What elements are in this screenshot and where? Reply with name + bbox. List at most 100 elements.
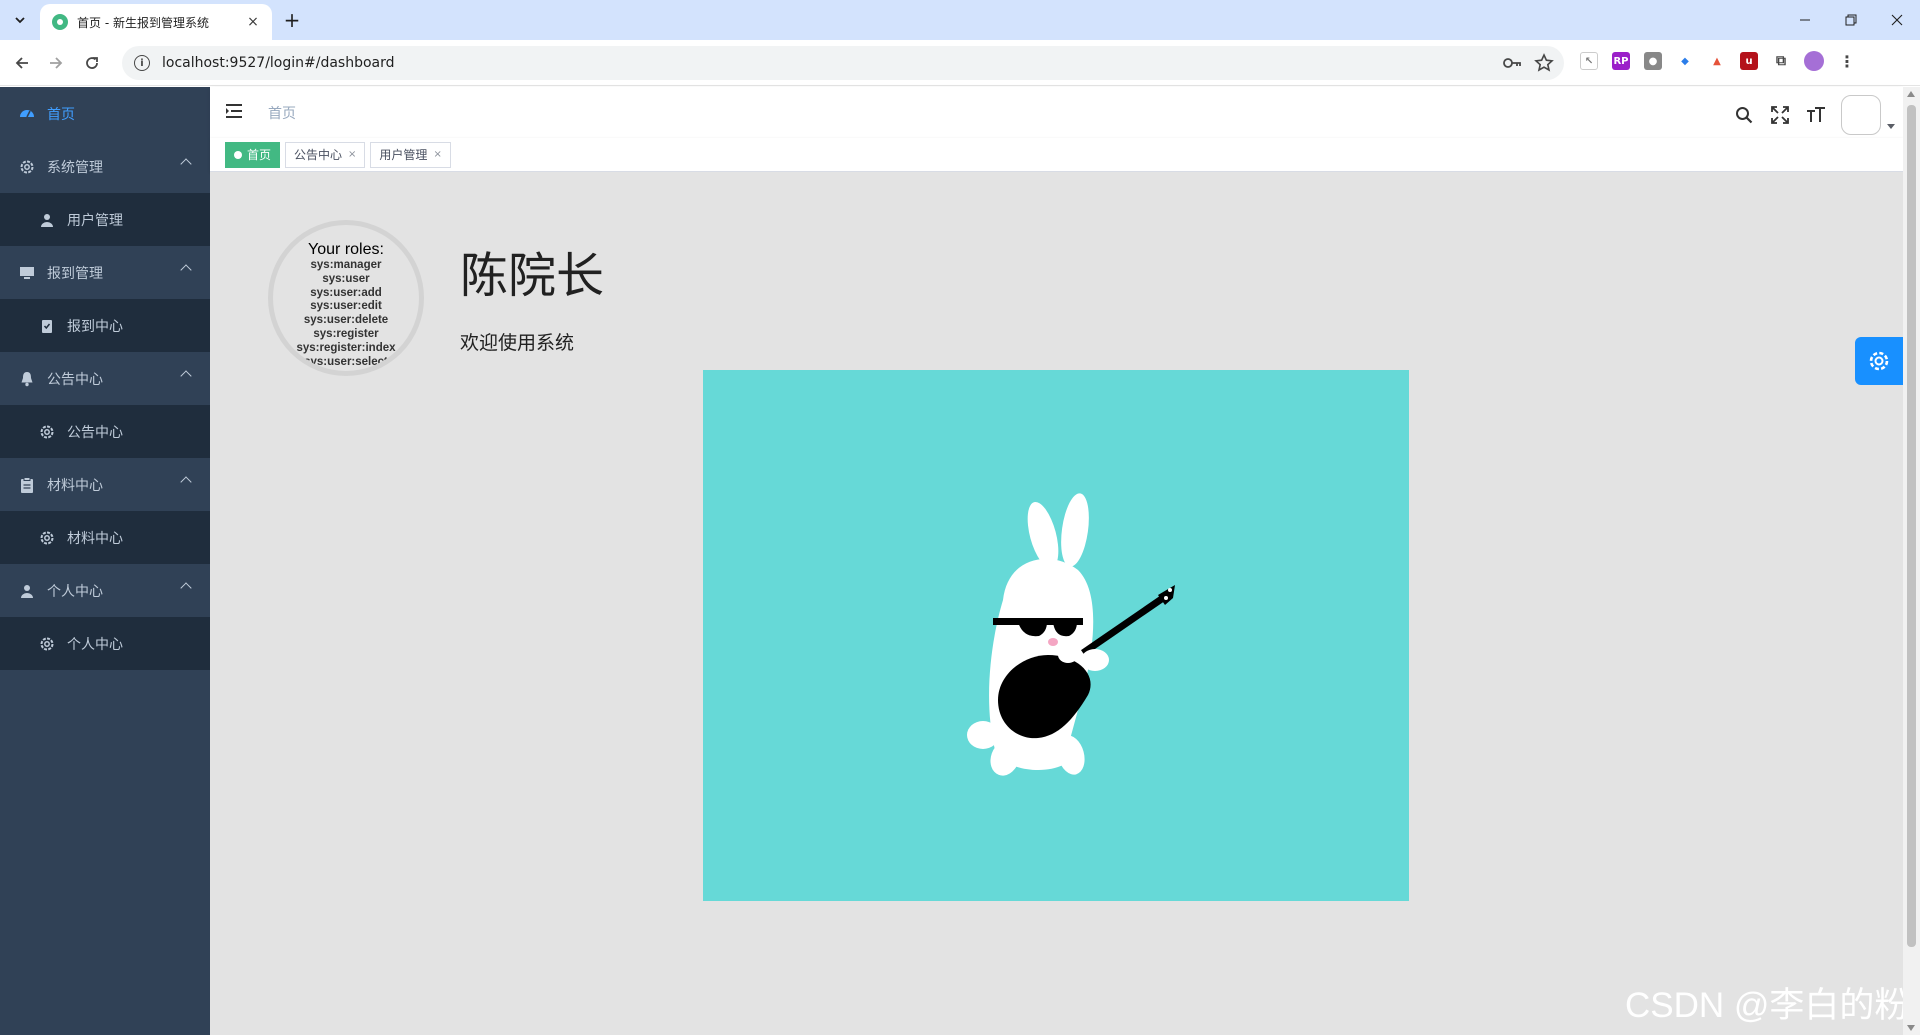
sidebar-subitem-label: 报到中心 [67, 318, 123, 335]
close-window-button[interactable] [1874, 0, 1920, 40]
avatar[interactable] [1841, 95, 1881, 135]
arrow-left-icon [15, 57, 28, 69]
scroll-up-arrow-icon[interactable] [1907, 91, 1915, 97]
restore-button[interactable] [1828, 0, 1874, 40]
rp-extension-icon[interactable]: RP [1612, 52, 1630, 70]
sidebar: 首页 系统管理 用户管理 报到管理 报到中心 公告中心 公告中心 材料中心 材料… [0, 87, 210, 1035]
reload-icon [86, 57, 98, 69]
tag-label: 首页 [247, 147, 272, 162]
sidebar-item-system[interactable]: 系统管理 [0, 140, 210, 193]
sidebar-subitem-user-management[interactable]: 用户管理 [0, 193, 210, 246]
csdn-watermark: CSDN @李白的粉 [1625, 986, 1910, 1025]
vue-favicon-icon [52, 14, 68, 30]
restore-icon [1845, 14, 1857, 26]
tag-close-icon[interactable]: × [348, 143, 356, 167]
sidebar-item-announcement[interactable]: 公告中心 [0, 352, 210, 405]
figure-extension-icon[interactable]: ▲ [1708, 52, 1726, 70]
clipboard-icon [18, 476, 36, 494]
avatar-dropdown[interactable] [1841, 95, 1895, 135]
navbar: 首页 [210, 87, 1903, 138]
roles-title: Your roles: [308, 241, 384, 258]
tab-close-button[interactable]: × [244, 13, 262, 31]
sidebar-subitem-label: 材料中心 [67, 530, 123, 547]
gear-icon [1869, 351, 1889, 371]
browser-tab-active[interactable]: 首页 - 新生报到管理系统 × [40, 4, 272, 40]
user-icon [38, 211, 56, 229]
size-select-button[interactable] [1805, 104, 1827, 126]
text-size-icon [1807, 107, 1825, 122]
role-item: sys:user:edit [310, 300, 382, 313]
sidebar-subitem-personal-center[interactable]: 个人中心 [0, 617, 210, 670]
roles-pan-thumb: Your roles: sys:manager sys:user sys:use… [268, 220, 424, 376]
settings-panel-button[interactable] [1855, 337, 1903, 385]
scrollbar-thumb[interactable] [1907, 105, 1916, 947]
hamburger-toggle-button[interactable] [225, 103, 245, 123]
site-info-icon[interactable]: i [134, 55, 150, 71]
sidebar-subitem-label: 公告中心 [67, 424, 123, 441]
layers-extension-icon[interactable]: ◆ [1676, 52, 1694, 70]
welcome-text: 欢迎使用系统 [460, 332, 575, 354]
checklist-icon [38, 317, 56, 335]
tag-announcement[interactable]: 公告中心 × [285, 141, 366, 168]
chevron-up-icon [180, 264, 192, 276]
browser-tab-strip: 首页 - 新生报到管理系统 × + [0, 0, 1920, 40]
sidebar-subitem-announcement-center[interactable]: 公告中心 [0, 405, 210, 458]
role-item: sys:user:add [310, 286, 382, 299]
sidebar-item-dashboard[interactable]: 首页 [0, 87, 210, 140]
role-item: sys:register:index [296, 341, 396, 354]
chevron-up-icon [180, 158, 192, 170]
menu-fold-icon [226, 104, 242, 118]
chevron-up-icon [180, 582, 192, 594]
new-tab-button[interactable]: + [280, 8, 304, 32]
sidebar-item-label: 首页 [47, 106, 75, 123]
sidebar-item-label: 材料中心 [47, 477, 103, 494]
page-scrollbar[interactable] [1903, 87, 1920, 1035]
sidebar-item-label: 个人中心 [47, 583, 103, 600]
fullscreen-icon [1771, 106, 1789, 124]
scroll-down-arrow-icon[interactable] [1907, 1025, 1915, 1031]
profile-avatar-icon[interactable] [1804, 51, 1824, 71]
monitor-icon [18, 264, 36, 282]
back-button[interactable] [10, 51, 34, 75]
minimize-button[interactable] [1782, 0, 1828, 40]
sidebar-subitem-label: 个人中心 [67, 636, 123, 653]
chevron-up-icon [180, 370, 192, 382]
bell-icon [18, 370, 36, 388]
fullscreen-button[interactable] [1769, 104, 1791, 126]
password-key-icon[interactable] [1502, 53, 1522, 73]
tab-search-button[interactable] [6, 7, 34, 33]
cursor-extension-icon[interactable]: ↖ [1580, 52, 1598, 70]
forward-button[interactable] [44, 51, 68, 75]
emoji-illustration [703, 370, 1409, 901]
close-icon [1891, 14, 1903, 26]
gear-icon [18, 158, 36, 176]
sidebar-item-personal[interactable]: 个人中心 [0, 564, 210, 617]
header-search-button[interactable] [1733, 104, 1755, 126]
puzzle-extensions-icon[interactable]: ⧉ [1772, 52, 1790, 70]
rabbit-guitar-illustration [967, 493, 1175, 776]
sidebar-subitem-registration-center[interactable]: 报到中心 [0, 299, 210, 352]
chevron-down-icon [15, 17, 25, 24]
ublock-extension-icon[interactable]: u [1740, 52, 1758, 70]
sidebar-item-registration[interactable]: 报到管理 [0, 246, 210, 299]
tags-view: 首页 公告中心 × 用户管理 × [210, 138, 1903, 172]
tag-user-management[interactable]: 用户管理 × [370, 141, 451, 168]
tag-close-icon[interactable]: × [433, 143, 441, 167]
gear-icon [38, 423, 56, 441]
role-item: sys:register [313, 327, 379, 340]
tag-dashboard[interactable]: 首页 [225, 141, 281, 168]
minimize-icon [1800, 19, 1810, 21]
bookmark-star-icon[interactable] [1534, 53, 1554, 73]
address-bar[interactable]: i localhost:9527/login#/dashboard [122, 46, 1564, 80]
role-item: sys:manager [310, 259, 382, 271]
roles-list: sys:manager sys:user sys:user:add sys:us… [273, 259, 419, 369]
role-item: sys:user [322, 272, 370, 285]
browser-toolbar: i localhost:9527/login#/dashboard ↖ RP ●… [0, 40, 1920, 86]
tag-label: 公告中心 [294, 147, 343, 162]
sidebar-item-materials[interactable]: 材料中心 [0, 458, 210, 511]
sidebar-subitem-materials-center[interactable]: 材料中心 [0, 511, 210, 564]
reload-button[interactable] [80, 51, 104, 75]
incognito-extension-icon[interactable]: ● [1644, 52, 1662, 70]
more-menu-icon[interactable]: ⋮ [1838, 52, 1856, 71]
role-item: sys:user:delete [303, 314, 389, 327]
